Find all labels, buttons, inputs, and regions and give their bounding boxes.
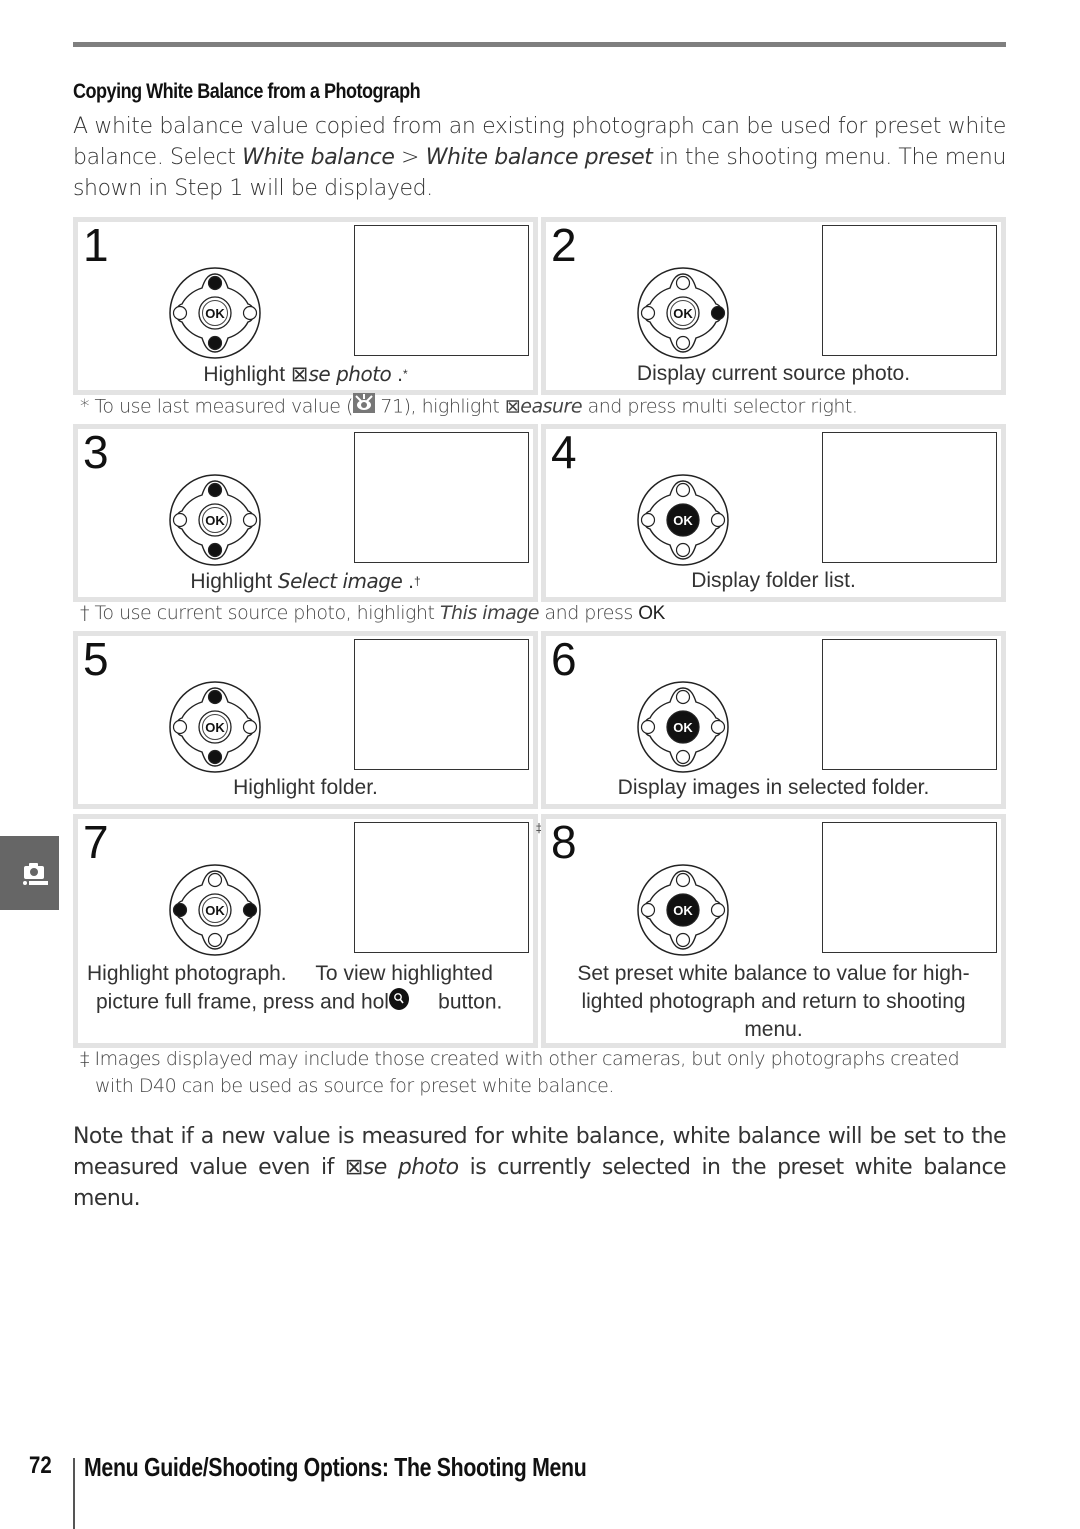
step-number: 1 (83, 219, 109, 271)
step-panel: 7 OK Highlight photograph. To view highl… (73, 814, 542, 1048)
footnote-star: * To use last measured value ( 71), high… (80, 393, 858, 421)
step-caption: Set preset white balance to value for hi… (546, 960, 1001, 1044)
svg-text:OK: OK (205, 720, 225, 735)
svg-text:OK: OK (673, 720, 693, 735)
caption-text: Highlight folder. (233, 776, 378, 799)
step-number: 3 (83, 426, 109, 478)
camera-monitor-screen (354, 639, 529, 770)
menu-item-white-balance: White balance (242, 145, 395, 170)
multi-selector-icon: OK (169, 474, 261, 566)
caption-text: Set preset white balance to value for hi… (577, 962, 970, 985)
footnote-text: † To use current source photo, highlight (80, 602, 440, 624)
footer-divider (73, 1458, 75, 1529)
page-reference-icon (352, 393, 375, 421)
caption-text: picture full frame, press and hol (96, 990, 389, 1014)
step-number: 7 (83, 816, 109, 868)
caption-text: Display current source photo. (636, 362, 911, 385)
footnote-text: and press (538, 602, 639, 624)
step-caption: Display folder list. (546, 567, 1001, 595)
footnote-mark: * (402, 367, 408, 381)
caption-menu-item: Select image (277, 569, 403, 593)
top-rule (73, 42, 1006, 47)
camera-monitor-screen (822, 639, 997, 770)
camera-monitor-screen (822, 432, 997, 563)
svg-text:OK: OK (205, 306, 225, 321)
section-side-tab (0, 836, 59, 910)
step-caption: Highlight ⊠se photo .* (78, 360, 533, 389)
multi-selector-icon: OK (637, 864, 729, 956)
multi-selector-icon: OK (169, 864, 261, 956)
step-number: 5 (83, 633, 109, 685)
step-caption: Highlight folder. (78, 774, 533, 802)
menu-separator: > (394, 145, 426, 170)
step-panel: 5 OK Highlight folder. (73, 631, 538, 809)
caption-text: lighted photograph and return to shootin… (581, 990, 966, 1013)
page-number: 72 (29, 1452, 52, 1479)
zoom-button-icon[interactable] (388, 988, 409, 1018)
ok-button-label: OK (638, 603, 665, 624)
multi-selector-icon: OK (637, 474, 729, 566)
caption-text: Display images in selected folder. (617, 776, 930, 799)
multi-selector-icon: OK (637, 267, 729, 359)
camera-monitor-screen (354, 432, 529, 563)
svg-text:OK: OK (673, 903, 693, 918)
footnote-double-dagger: ‡ Images displayed may include those cre… (80, 1046, 1006, 1100)
step-caption: Display current source photo. (546, 360, 1001, 388)
step-caption: Display images in selected folder. (546, 774, 1001, 802)
step-panel: 8 OK Set preset white balance to value f… (541, 814, 1006, 1048)
step-caption: Highlight photograph. To view highlighte… (78, 960, 533, 1018)
camera-monitor-screen (354, 225, 529, 356)
step-panel: 1 OK Highlight ⊠se photo .* (73, 217, 538, 395)
missing-glyph: ⊠ (504, 395, 521, 418)
footnote-mark: † (413, 574, 421, 588)
step-number: 2 (551, 219, 577, 271)
menu-item-this-image: This image (439, 602, 540, 624)
footnote-text: with D40 can be used as source for prese… (95, 1075, 614, 1097)
caption-text: . (402, 570, 414, 593)
note-paragraph: Note that if a new value is measured for… (73, 1121, 1007, 1214)
footnote-text: ‡ Images displayed may include those cre… (80, 1048, 960, 1070)
footnote-text: 71), highlight (374, 395, 505, 418)
multi-selector-icon: OK (169, 681, 261, 773)
multi-selector-icon: OK (169, 267, 261, 359)
caption-text: Highlight photograph. To view highlighte… (87, 962, 493, 985)
step-number: 4 (551, 426, 577, 478)
camera-icon (23, 863, 48, 885)
menu-item-measure: easure (520, 395, 583, 418)
svg-text:OK: OK (673, 306, 693, 321)
footnote-text: * To use last measured value ( (80, 395, 353, 418)
step-panel: 4 OK Display folder list. (541, 424, 1006, 602)
caption-text: Highlight (203, 363, 291, 386)
menu-item-white-balance-preset: White balance preset (425, 145, 653, 170)
section-title: Copying White Balance from a Photograph (73, 80, 421, 103)
caption-text: Display folder list. (691, 569, 856, 592)
step-panel: 3 OK Highlight Select image .† (73, 424, 538, 602)
caption-text: menu. (744, 1018, 803, 1041)
step-number: 6 (551, 633, 577, 685)
camera-monitor-screen (354, 822, 529, 953)
svg-text:OK: OK (205, 513, 225, 528)
camera-monitor-screen (822, 225, 997, 356)
missing-glyph: ⊠ (290, 362, 309, 386)
footnote-text: and press multi selector right. (582, 395, 858, 418)
footnote-dagger: † To use current source photo, highlight… (80, 600, 665, 627)
menu-item-use-photo: se photo (362, 1155, 459, 1180)
svg-text:OK: OK (673, 513, 693, 528)
step-panel: 2 OK Display current source photo. (541, 217, 1006, 395)
missing-glyph: ⊠ (344, 1155, 363, 1180)
caption-text: . (391, 363, 403, 386)
camera-monitor-screen (822, 822, 997, 953)
multi-selector-icon: OK (637, 681, 729, 773)
footer-title: Menu Guide/Shooting Options: The Shootin… (84, 1452, 587, 1482)
svg-text:OK: OK (205, 903, 225, 918)
step-caption: Highlight Select image .† (78, 567, 533, 596)
caption-text: button. (408, 990, 503, 1014)
step-number: 8 (551, 816, 577, 868)
intro-paragraph: A white balance value copied from an exi… (73, 111, 1006, 204)
step-panel: 6 OK Display images in selected folder. (541, 631, 1006, 809)
caption-text: Highlight (190, 570, 278, 593)
caption-menu-item: se photo (308, 362, 392, 386)
